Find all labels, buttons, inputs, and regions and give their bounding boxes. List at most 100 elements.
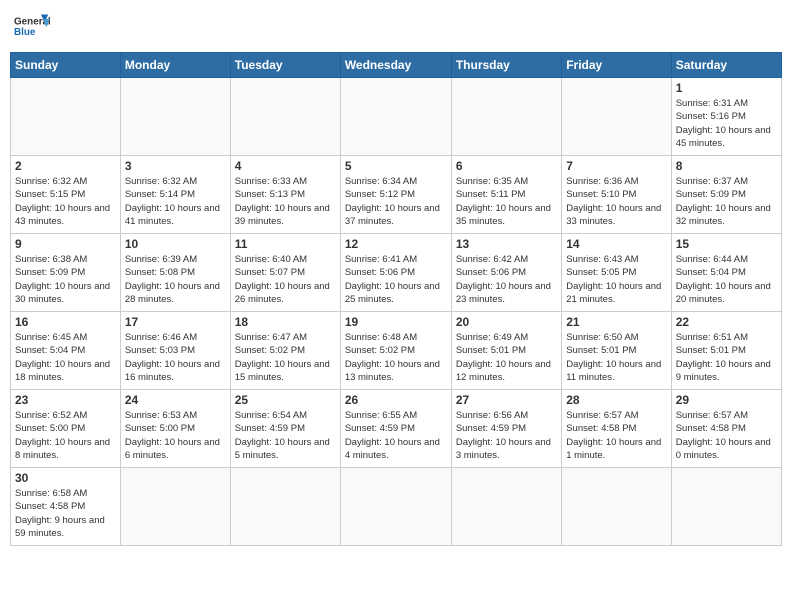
column-header-saturday: Saturday bbox=[671, 53, 781, 78]
calendar-cell bbox=[230, 468, 340, 546]
day-number: 3 bbox=[125, 159, 226, 173]
calendar-cell: 26 Sunrise: 6:55 AM Sunset: 4:59 PM Dayli… bbox=[340, 390, 451, 468]
calendar-cell: 14 Sunrise: 6:43 AM Sunset: 5:05 PM Dayli… bbox=[562, 234, 671, 312]
calendar-cell: 18Sunrise: 6:47 AM Sunset: 5:02 PM Dayli… bbox=[230, 312, 340, 390]
day-info: Sunrise: 6:57 AM Sunset: 4:58 PM Dayligh… bbox=[676, 409, 777, 462]
day-number: 27 bbox=[456, 393, 557, 407]
day-info: Sunrise: 6:32 AM Sunset: 5:15 PM Dayligh… bbox=[15, 175, 116, 228]
calendar-cell bbox=[562, 468, 671, 546]
day-info: Sunrise: 6:56 AM Sunset: 4:59 PM Dayligh… bbox=[456, 409, 557, 462]
day-info: Sunrise: 6:39 AM Sunset: 5:08 PM Dayligh… bbox=[125, 253, 226, 306]
calendar-cell: 16Sunrise: 6:45 AM Sunset: 5:04 PM Dayli… bbox=[11, 312, 121, 390]
calendar-cell bbox=[451, 468, 561, 546]
day-number: 23 bbox=[15, 393, 116, 407]
day-number: 10 bbox=[125, 237, 226, 251]
calendar-cell: 20 Sunrise: 6:49 AM Sunset: 5:01 PM Dayli… bbox=[451, 312, 561, 390]
day-info: Sunrise: 6:43 AM Sunset: 5:05 PM Dayligh… bbox=[566, 253, 666, 306]
calendar-cell: 11 Sunrise: 6:40 AM Sunset: 5:07 PM Dayli… bbox=[230, 234, 340, 312]
calendar-cell: 3 Sunrise: 6:32 AM Sunset: 5:14 PM Daylig… bbox=[120, 156, 230, 234]
calendar-cell: 27 Sunrise: 6:56 AM Sunset: 4:59 PM Dayli… bbox=[451, 390, 561, 468]
calendar-cell: 23 Sunrise: 6:52 AM Sunset: 5:00 PM Dayli… bbox=[11, 390, 121, 468]
column-header-monday: Monday bbox=[120, 53, 230, 78]
day-number: 20 bbox=[456, 315, 557, 329]
day-number: 26 bbox=[345, 393, 447, 407]
day-info: Sunrise: 6:48 AM Sunset: 5:02 PM Dayligh… bbox=[345, 331, 447, 384]
calendar-cell: 22 Sunrise: 6:51 AM Sunset: 5:01 PM Dayli… bbox=[671, 312, 781, 390]
day-info: Sunrise: 6:42 AM Sunset: 5:06 PM Dayligh… bbox=[456, 253, 557, 306]
day-info: Sunrise: 6:40 AM Sunset: 5:07 PM Dayligh… bbox=[235, 253, 336, 306]
calendar-header-row: SundayMondayTuesdayWednesdayThursdayFrid… bbox=[11, 53, 782, 78]
calendar-week-row: 2 Sunrise: 6:32 AM Sunset: 5:15 PM Daylig… bbox=[11, 156, 782, 234]
calendar-cell bbox=[230, 78, 340, 156]
column-header-tuesday: Tuesday bbox=[230, 53, 340, 78]
calendar-cell: 9 Sunrise: 6:38 AM Sunset: 5:09 PM Daylig… bbox=[11, 234, 121, 312]
calendar-cell: 7 Sunrise: 6:36 AM Sunset: 5:10 PM Daylig… bbox=[562, 156, 671, 234]
day-info: Sunrise: 6:51 AM Sunset: 5:01 PM Dayligh… bbox=[676, 331, 777, 384]
calendar-cell bbox=[120, 468, 230, 546]
calendar-cell: 17 Sunrise: 6:46 AM Sunset: 5:03 PM Dayli… bbox=[120, 312, 230, 390]
calendar-cell: 4 Sunrise: 6:33 AM Sunset: 5:13 PM Daylig… bbox=[230, 156, 340, 234]
day-number: 12 bbox=[345, 237, 447, 251]
day-info: Sunrise: 6:32 AM Sunset: 5:14 PM Dayligh… bbox=[125, 175, 226, 228]
calendar-cell: 6Sunrise: 6:35 AM Sunset: 5:11 PM Daylig… bbox=[451, 156, 561, 234]
day-info: Sunrise: 6:31 AM Sunset: 5:16 PM Dayligh… bbox=[676, 97, 777, 150]
day-number: 7 bbox=[566, 159, 666, 173]
logo: General Blue bbox=[14, 10, 50, 46]
calendar-week-row: 1 Sunrise: 6:31 AM Sunset: 5:16 PM Daylig… bbox=[11, 78, 782, 156]
day-info: Sunrise: 6:50 AM Sunset: 5:01 PM Dayligh… bbox=[566, 331, 666, 384]
column-header-wednesday: Wednesday bbox=[340, 53, 451, 78]
column-header-friday: Friday bbox=[562, 53, 671, 78]
day-number: 22 bbox=[676, 315, 777, 329]
calendar-cell bbox=[451, 78, 561, 156]
calendar-cell bbox=[671, 468, 781, 546]
day-info: Sunrise: 6:36 AM Sunset: 5:10 PM Dayligh… bbox=[566, 175, 666, 228]
day-number: 11 bbox=[235, 237, 336, 251]
column-header-sunday: Sunday bbox=[11, 53, 121, 78]
day-number: 14 bbox=[566, 237, 666, 251]
day-info: Sunrise: 6:55 AM Sunset: 4:59 PM Dayligh… bbox=[345, 409, 447, 462]
day-number: 2 bbox=[15, 159, 116, 173]
day-number: 4 bbox=[235, 159, 336, 173]
day-number: 28 bbox=[566, 393, 666, 407]
day-number: 18 bbox=[235, 315, 336, 329]
calendar-cell: 8Sunrise: 6:37 AM Sunset: 5:09 PM Daylig… bbox=[671, 156, 781, 234]
calendar-cell: 15 Sunrise: 6:44 AM Sunset: 5:04 PM Dayli… bbox=[671, 234, 781, 312]
day-number: 24 bbox=[125, 393, 226, 407]
column-header-thursday: Thursday bbox=[451, 53, 561, 78]
day-info: Sunrise: 6:33 AM Sunset: 5:13 PM Dayligh… bbox=[235, 175, 336, 228]
day-info: Sunrise: 6:58 AM Sunset: 4:58 PM Dayligh… bbox=[15, 487, 116, 540]
calendar-cell: 12Sunrise: 6:41 AM Sunset: 5:06 PM Dayli… bbox=[340, 234, 451, 312]
calendar-cell bbox=[562, 78, 671, 156]
svg-text:Blue: Blue bbox=[14, 27, 36, 38]
calendar-week-row: 30Sunrise: 6:58 AM Sunset: 4:58 PM Dayli… bbox=[11, 468, 782, 546]
calendar-cell: 29 Sunrise: 6:57 AM Sunset: 4:58 PM Dayli… bbox=[671, 390, 781, 468]
calendar-cell: 13Sunrise: 6:42 AM Sunset: 5:06 PM Dayli… bbox=[451, 234, 561, 312]
day-number: 21 bbox=[566, 315, 666, 329]
general-blue-logo-icon: General Blue bbox=[14, 10, 50, 46]
day-info: Sunrise: 6:53 AM Sunset: 5:00 PM Dayligh… bbox=[125, 409, 226, 462]
day-number: 25 bbox=[235, 393, 336, 407]
day-info: Sunrise: 6:34 AM Sunset: 5:12 PM Dayligh… bbox=[345, 175, 447, 228]
calendar-cell: 1 Sunrise: 6:31 AM Sunset: 5:16 PM Daylig… bbox=[671, 78, 781, 156]
day-number: 9 bbox=[15, 237, 116, 251]
calendar-cell: 10 Sunrise: 6:39 AM Sunset: 5:08 PM Dayli… bbox=[120, 234, 230, 312]
calendar-cell bbox=[340, 468, 451, 546]
day-number: 1 bbox=[676, 81, 777, 95]
calendar-cell bbox=[11, 78, 121, 156]
day-info: Sunrise: 6:54 AM Sunset: 4:59 PM Dayligh… bbox=[235, 409, 336, 462]
calendar-cell: 5 Sunrise: 6:34 AM Sunset: 5:12 PM Daylig… bbox=[340, 156, 451, 234]
day-info: Sunrise: 6:46 AM Sunset: 5:03 PM Dayligh… bbox=[125, 331, 226, 384]
day-info: Sunrise: 6:35 AM Sunset: 5:11 PM Dayligh… bbox=[456, 175, 557, 228]
calendar-cell: 28Sunrise: 6:57 AM Sunset: 4:58 PM Dayli… bbox=[562, 390, 671, 468]
day-info: Sunrise: 6:38 AM Sunset: 5:09 PM Dayligh… bbox=[15, 253, 116, 306]
day-info: Sunrise: 6:49 AM Sunset: 5:01 PM Dayligh… bbox=[456, 331, 557, 384]
day-info: Sunrise: 6:52 AM Sunset: 5:00 PM Dayligh… bbox=[15, 409, 116, 462]
day-number: 5 bbox=[345, 159, 447, 173]
day-number: 15 bbox=[676, 237, 777, 251]
day-info: Sunrise: 6:44 AM Sunset: 5:04 PM Dayligh… bbox=[676, 253, 777, 306]
day-number: 29 bbox=[676, 393, 777, 407]
calendar-table: SundayMondayTuesdayWednesdayThursdayFrid… bbox=[10, 52, 782, 546]
day-info: Sunrise: 6:45 AM Sunset: 5:04 PM Dayligh… bbox=[15, 331, 116, 384]
calendar-cell: 19Sunrise: 6:48 AM Sunset: 5:02 PM Dayli… bbox=[340, 312, 451, 390]
day-number: 17 bbox=[125, 315, 226, 329]
